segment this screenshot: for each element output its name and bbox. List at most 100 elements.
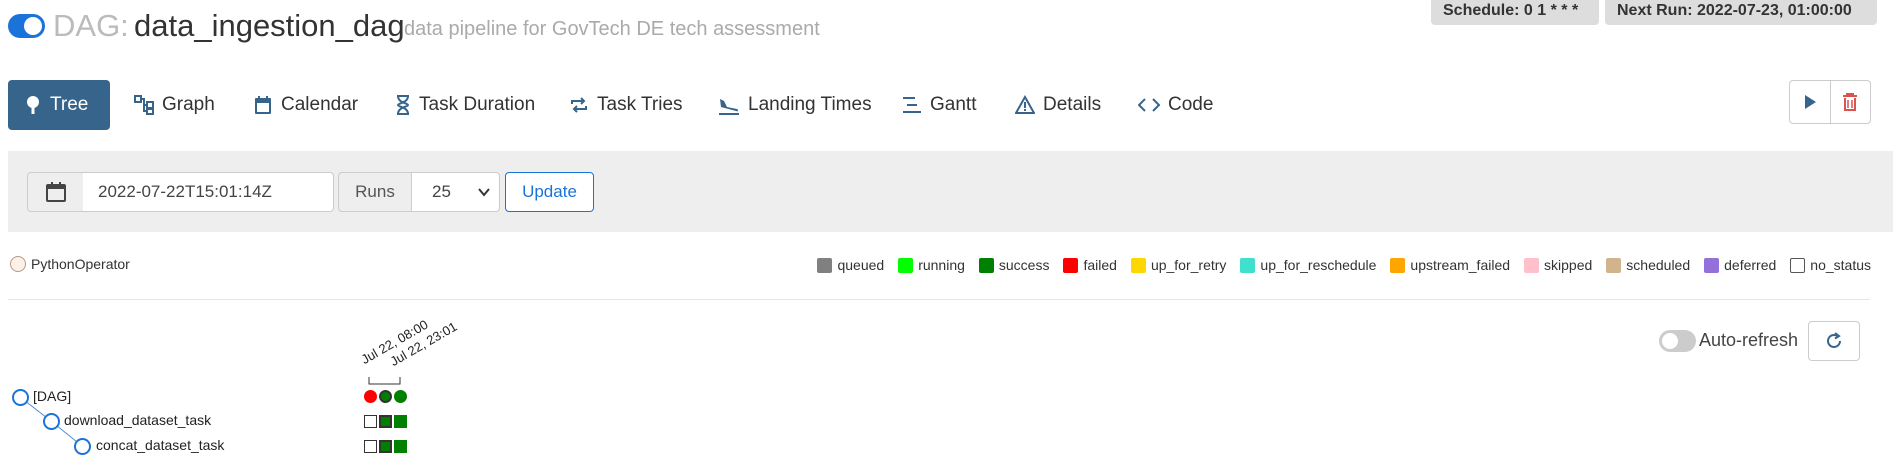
hourglass-icon [396,95,410,115]
graph-icon [134,95,154,115]
tree-node-concat-dataset-task[interactable] [74,438,91,455]
tab-task-tries[interactable]: Task Tries [553,80,699,130]
repeat-icon [571,97,587,113]
tree-node-label-dag: [DAG] [33,388,72,404]
operator-label: PythonOperator [31,256,130,272]
legend-swatch [1704,257,1720,273]
tree-node-label-concat: concat_dataset_task [96,437,225,453]
dag-actions [1789,80,1871,124]
auto-refresh-toggle[interactable] [1659,330,1696,352]
legend-item-success: success [978,257,1050,273]
tab-details-label: Details [1043,94,1102,115]
tab-task-duration[interactable]: Task Duration [379,80,551,130]
trash-icon [1843,93,1858,111]
operator-legend: PythonOperator [10,256,130,272]
legend-swatch [1790,257,1806,273]
legend-label: deferred [1724,257,1777,273]
legend-swatch [1524,257,1540,273]
base-date-input[interactable]: 2022-07-22T15:01:14Z [83,172,334,212]
legend-item-failed: failed [1063,257,1117,273]
legend-swatch [1606,257,1622,273]
legend-item-no-status: no_status [1790,257,1871,273]
task-instance-success[interactable] [379,415,392,428]
tab-graph[interactable]: Graph [118,80,231,130]
dag-run-success[interactable] [394,390,407,403]
legend-item-running: running [898,257,965,273]
dag-title: data_ingestion_dag [134,8,405,43]
legend-label: success [998,257,1050,273]
play-icon [1804,95,1816,109]
legend-swatch [1130,257,1146,273]
legend-swatch [978,257,994,273]
task-instance-success[interactable] [379,440,392,453]
run-bracket [368,377,401,385]
tab-graph-label: Graph [162,94,215,115]
task-instance-no-status[interactable] [364,415,377,428]
legend-swatch [1240,257,1256,273]
tab-gantt-label: Gantt [930,94,977,115]
legend-swatch [898,257,914,273]
num-runs-value: 25 [432,182,451,201]
dag-prefix: DAG: [53,8,129,43]
tab-tree-label: Tree [50,94,89,115]
tree-node-dag[interactable] [12,389,29,406]
legend-item-up-for-reschedule: up_for_reschedule [1240,257,1376,273]
refresh-icon [1827,332,1841,348]
legend-item-queued: queued [817,257,884,273]
legend-item-deferred: deferred [1704,257,1776,273]
task-instance-success[interactable] [394,440,407,453]
dag-description: data pipeline for GovTech DE tech assess… [404,18,820,40]
legend-item-scheduled: scheduled [1606,257,1690,273]
warning-triangle-icon [1015,95,1035,114]
tab-landing-times[interactable]: Landing Times [702,80,888,130]
calendar-icon [255,96,271,114]
legend-label: scheduled [1626,257,1691,273]
legend-item-up-for-retry: up_for_retry [1130,257,1227,273]
code-icon [1138,98,1160,112]
legend-swatch [1063,257,1079,273]
tab-details[interactable]: Details [999,80,1117,130]
tab-tree[interactable]: Tree [8,80,110,130]
trigger-dag-button[interactable] [1790,81,1830,123]
tab-landing-times-label: Landing Times [748,94,872,115]
tree-icon [27,96,39,114]
chevron-down-icon [478,188,490,197]
refresh-button[interactable] [1808,321,1860,361]
tree-node-label-download: download_dataset_task [64,412,212,428]
delete-dag-button[interactable] [1829,81,1871,123]
date-picker-button[interactable] [27,172,84,212]
task-instance-success[interactable] [394,415,407,428]
num-runs-select[interactable]: 25 [411,172,500,212]
tab-task-duration-label: Task Duration [419,94,536,115]
legend-label: upstream_failed [1410,257,1511,273]
operator-swatch [10,256,26,272]
tab-calendar[interactable]: Calendar [237,80,374,130]
legend-item-skipped: skipped [1524,257,1592,273]
auto-refresh-label: Auto-refresh [1699,330,1799,350]
tab-calendar-label: Calendar [281,94,359,115]
tab-gantt[interactable]: Gantt [886,80,992,130]
legend-swatch [1390,257,1406,273]
tab-code-label: Code [1168,94,1214,115]
legend-label: no_status [1810,257,1871,273]
dag-active-toggle[interactable] [8,14,45,38]
gantt-icon [903,97,921,113]
dag-run-failed[interactable] [364,390,377,403]
tab-code[interactable]: Code [1122,80,1229,130]
task-instance-no-status[interactable] [364,440,377,453]
legend-swatch [817,257,833,273]
legend-label: queued [837,257,885,273]
plane-landing-icon [719,99,739,115]
runs-label: Runs [338,172,412,212]
legend-label: up_for_retry [1150,257,1227,273]
legend-item-upstream-failed: upstream_failed [1390,257,1510,273]
legend-label: skipped [1544,257,1593,273]
tab-task-tries-label: Task Tries [597,94,683,115]
legend-label: failed [1083,257,1117,273]
dag-run-success[interactable] [379,390,392,403]
update-button[interactable]: Update [505,172,594,212]
tree-node-download-dataset-task[interactable] [43,413,60,430]
schedule-badge: Schedule: 0 1 * * * [1431,0,1599,25]
legend-label: running [918,257,965,273]
state-legend: queued running success failed up_for_retry up… [817,257,1871,273]
